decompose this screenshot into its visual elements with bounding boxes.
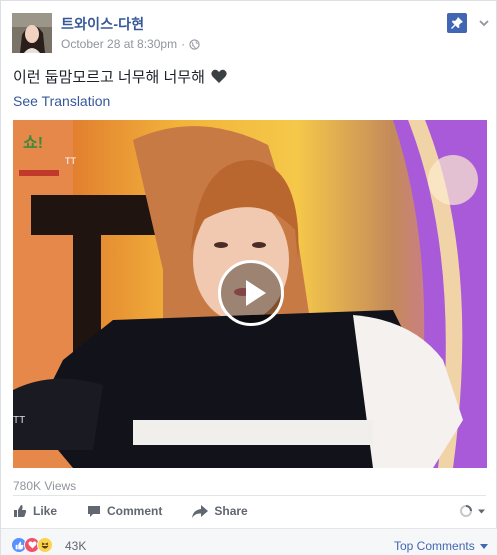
divider: [13, 495, 486, 496]
like-label: Like: [33, 504, 58, 518]
play-icon[interactable]: [218, 260, 284, 326]
comment-label: Comment: [107, 504, 163, 518]
globe-icon[interactable]: [189, 38, 200, 50]
pin-icon: [451, 17, 463, 29]
caret-down-icon: [479, 543, 488, 549]
chevron-down-icon: [478, 509, 485, 513]
video-player[interactable]: 쇼! TT TT: [13, 120, 487, 468]
video-view-count: 780K Views: [13, 479, 77, 493]
video-corner-text: TT: [13, 415, 25, 426]
share-label: Share: [214, 504, 248, 518]
page-avatar[interactable]: [12, 13, 52, 53]
thumbs-up-icon: [14, 505, 27, 517]
reaction-count[interactable]: 43K: [65, 539, 86, 553]
reaction-selector[interactable]: [459, 504, 486, 518]
post-meta: October 28 at 8:30pm ·: [61, 37, 200, 51]
comment-button[interactable]: Comment: [87, 504, 162, 518]
like-button[interactable]: Like: [13, 504, 57, 518]
haha-reaction-icon: [37, 537, 53, 553]
black-heart-icon: [211, 69, 227, 83]
comment-icon: [88, 505, 101, 517]
see-translation-link[interactable]: See Translation: [13, 93, 110, 109]
meta-separator: ·: [181, 37, 186, 51]
page-name-link[interactable]: 트와이스-다현: [61, 14, 144, 34]
action-bar: Like Comment Share: [13, 501, 486, 521]
top-comments-label: Top Comments: [394, 539, 475, 553]
post-message: 이런 둡맘모르고 너무해 너무해: [13, 66, 227, 87]
share-icon: [192, 504, 209, 518]
chevron-down-icon[interactable]: [478, 17, 490, 29]
loading-spinner-icon: [460, 505, 472, 517]
post-message-text: 이런 둡맘모르고 너무해 너무해: [13, 69, 205, 86]
post-card: 트와이스-다현 October 28 at 8:30pm · 이런 둡맘모르고 …: [0, 0, 497, 555]
svg-text:쇼!: 쇼!: [23, 135, 43, 152]
top-comments-dropdown[interactable]: Top Comments: [394, 539, 488, 553]
share-button[interactable]: Share: [192, 504, 248, 518]
reaction-icons[interactable]: [11, 537, 53, 553]
video-overlay-text: TT: [65, 156, 76, 166]
post-timestamp[interactable]: October 28 at 8:30pm: [61, 37, 177, 51]
reactions-footer: 43K Top Comments: [1, 528, 497, 555]
pin-button[interactable]: [447, 13, 467, 33]
